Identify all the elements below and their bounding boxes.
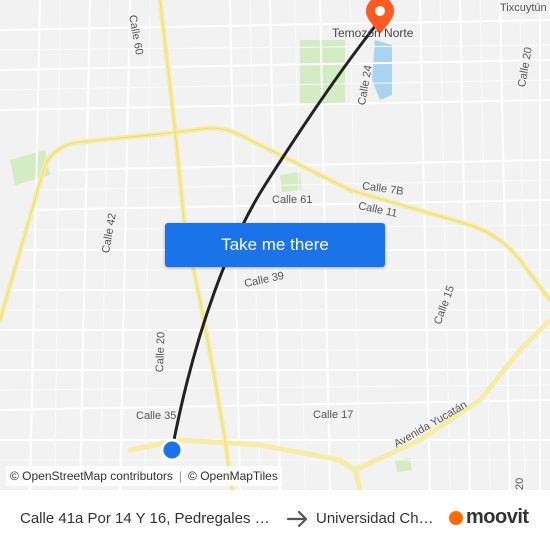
take-me-there-button[interactable]: Take me there <box>165 223 385 267</box>
label-calle-20-w: Calle 20 <box>154 331 168 373</box>
map-attribution: © OpenStreetMap contributors | © OpenMap… <box>6 466 282 486</box>
route-footer: Calle 41a Por 14 Y 16, Pedregales De Tan… <box>0 490 550 550</box>
moovit-logo-icon <box>449 510 463 525</box>
map-view[interactable]: Calle 60 Tixcuytún Temozón Norte Calle 2… <box>0 0 550 490</box>
origin-stop-name: Calle 41a Por 14 Y 16, Pedregales De Tan… <box>20 510 278 527</box>
label-calle-35: Calle 35 <box>136 410 177 422</box>
omt-attribution-link[interactable]: © OpenMapTiles <box>188 469 278 483</box>
label-temozon-norte: Temozón Norte <box>332 26 414 40</box>
origin-marker <box>160 438 184 462</box>
lake <box>372 40 392 100</box>
label-calle-17: Calle 17 <box>313 409 354 421</box>
moovit-logo[interactable]: moovit <box>449 506 529 529</box>
osm-attribution-link[interactable]: © OpenStreetMap contributors <box>10 469 173 483</box>
label-calle-61: Calle 61 <box>272 194 313 206</box>
moovit-wordmark: moovit <box>466 506 529 528</box>
destination-name: Universidad Chapultepec <box>316 510 438 527</box>
arrow-right-icon <box>286 510 308 528</box>
label-tixcuytun: Tixcuytún <box>500 2 547 14</box>
attribution-separator: | <box>178 469 183 483</box>
label-calle-20-se: 20 <box>514 477 526 490</box>
